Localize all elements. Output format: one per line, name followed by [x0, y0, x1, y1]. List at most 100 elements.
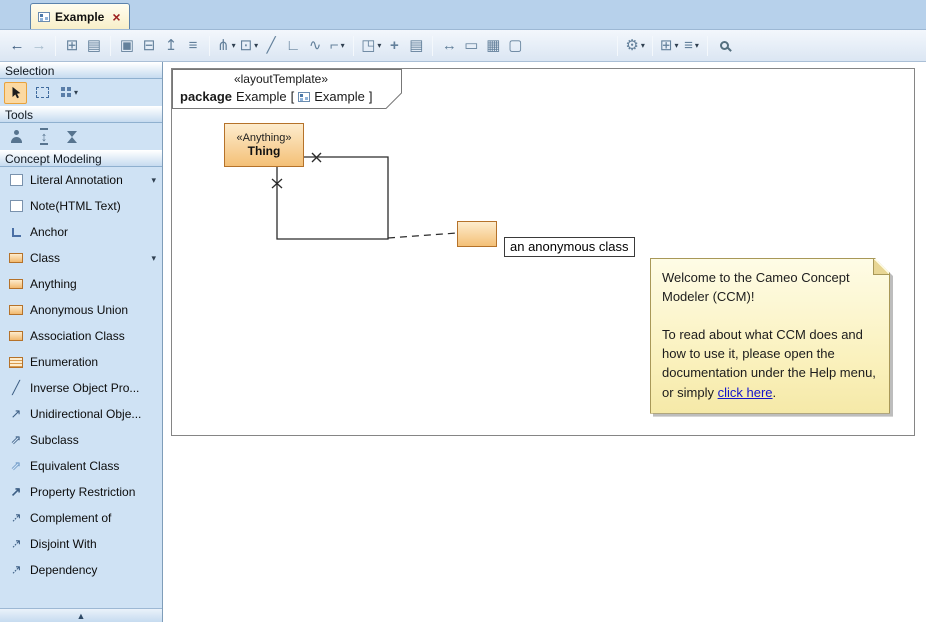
- paste-icon: [143, 38, 156, 53]
- show-hide-icon: [361, 38, 375, 53]
- back-icon: [10, 38, 25, 53]
- click-here-link[interactable]: click here: [718, 385, 773, 400]
- forward-button[interactable]: [28, 34, 50, 58]
- show-hide-button[interactable]: ▾: [359, 34, 383, 58]
- palette-item-subclass[interactable]: Subclass: [0, 427, 162, 453]
- search-icon: [720, 41, 729, 50]
- add-element-button[interactable]: [383, 34, 405, 58]
- frame-title: package Example [ Example ]: [180, 89, 372, 104]
- dropdown-caret-icon[interactable]: ▾: [151, 175, 156, 186]
- paste-button[interactable]: [138, 34, 160, 58]
- bent-path-icon: [309, 38, 322, 53]
- toolbar-separator: [209, 36, 210, 56]
- frame-keyword: package: [180, 89, 232, 104]
- palette-item-inverse-object-property[interactable]: Inverse Object Pro...: [0, 375, 162, 401]
- anchor-icon: [8, 228, 24, 237]
- tab-bar: Example ×: [0, 0, 926, 30]
- pointer-tool-button[interactable]: [4, 82, 27, 104]
- frame-name: Example: [236, 89, 287, 104]
- disjoint-with-icon: [8, 536, 24, 552]
- section-header-tools[interactable]: Tools: [0, 106, 162, 123]
- palette-item-disjoint-with[interactable]: Disjoint With: [0, 531, 162, 557]
- group-select-button[interactable]: ▾: [58, 82, 81, 104]
- palette-sidebar: Selection ▾ Tools Concept Modeling Liter…: [0, 62, 163, 622]
- subclass-icon: [8, 432, 24, 448]
- actor-tool-button[interactable]: [4, 126, 28, 148]
- rectilinear-path-button[interactable]: [282, 34, 304, 58]
- back-button[interactable]: [6, 34, 28, 58]
- diagram-properties-button[interactable]: ▾: [680, 34, 702, 58]
- anonymous-class-shape[interactable]: [457, 221, 497, 247]
- palette-item-equivalent-class[interactable]: Equivalent Class: [0, 453, 162, 479]
- list-icon: [684, 38, 693, 53]
- make-same-size-icon: [442, 38, 457, 53]
- grid-select-icon: [61, 87, 72, 98]
- open-diagram-button[interactable]: [83, 34, 105, 58]
- tab-close-icon[interactable]: ×: [112, 9, 120, 25]
- oblique-path-button[interactable]: [260, 34, 282, 58]
- dropdown-caret-icon: ▾: [674, 41, 678, 50]
- zoom-search-button[interactable]: [713, 34, 735, 58]
- anonymous-class-label[interactable]: an anonymous class: [504, 237, 635, 257]
- dropdown-caret-icon[interactable]: ▾: [151, 253, 156, 264]
- palette-item-association-class[interactable]: Association Class: [0, 323, 162, 349]
- section-header-concept-modeling[interactable]: Concept Modeling: [0, 150, 162, 167]
- element-group-button[interactable]: [405, 34, 427, 58]
- tools-row: [0, 123, 162, 150]
- element-group-icon: [409, 38, 423, 53]
- tab-example[interactable]: Example ×: [30, 3, 130, 29]
- display-paths-button[interactable]: ▾: [238, 34, 261, 58]
- distribute-tool-button[interactable]: [32, 126, 56, 148]
- align-shapes-icon: [464, 38, 478, 53]
- marquee-select-button[interactable]: [31, 82, 54, 104]
- make-same-size-button[interactable]: [438, 34, 460, 58]
- palette-item-note-html-text[interactable]: Note(HTML Text): [0, 193, 162, 219]
- dropdown-caret-icon: ▾: [254, 41, 258, 50]
- palette-item-anchor[interactable]: Anchor: [0, 219, 162, 245]
- dropdown-caret-icon: ▾: [377, 41, 381, 50]
- association-class-icon: [8, 331, 24, 341]
- enumeration-icon: [8, 357, 24, 368]
- palette-item-anonymous-union[interactable]: Anonymous Union: [0, 297, 162, 323]
- palette-item-anything[interactable]: Anything: [0, 271, 162, 297]
- align-shapes-button[interactable]: [460, 34, 482, 58]
- bent-path-button[interactable]: [304, 34, 326, 58]
- toolbar-separator: [617, 36, 618, 56]
- anything-icon: [8, 279, 24, 289]
- layers-button[interactable]: [182, 34, 204, 58]
- palette-item-property-restriction[interactable]: Property Restriction: [0, 479, 162, 505]
- palette-item-dependency[interactable]: Dependency: [0, 557, 162, 583]
- palette-item-class[interactable]: Class ▾: [0, 245, 162, 271]
- section-header-selection[interactable]: Selection: [0, 62, 162, 79]
- rectilinear-path-icon: [286, 38, 301, 53]
- duration-tool-button[interactable]: [60, 126, 84, 148]
- copy-button[interactable]: [116, 34, 138, 58]
- diagram-canvas[interactable]: «layoutTemplate» package Example [ Examp…: [163, 62, 926, 622]
- path-corner-button[interactable]: ▾: [326, 34, 348, 58]
- dropdown-caret-icon: ▾: [74, 88, 78, 97]
- palette-item-complement-of[interactable]: Complement of: [0, 505, 162, 531]
- toolbar-separator: [432, 36, 433, 56]
- open-diagram-icon: [87, 38, 101, 53]
- image-shape-button[interactable]: [482, 34, 504, 58]
- layout-button[interactable]: ▾: [658, 34, 681, 58]
- oblique-path-icon: [267, 38, 276, 53]
- anonymous-union-icon: [8, 305, 24, 315]
- paste-special-button[interactable]: [160, 34, 182, 58]
- toolbar-separator: [55, 36, 56, 56]
- palette-collapse-button[interactable]: ▲: [0, 608, 162, 622]
- welcome-note[interactable]: Welcome to the Cameo Concept Modeler (CC…: [650, 258, 890, 414]
- diagram-frame[interactable]: «layoutTemplate» package Example [ Examp…: [171, 68, 915, 436]
- display-related-elements-button[interactable]: ▾: [215, 34, 238, 58]
- thing-class-shape[interactable]: «Anything» Thing: [224, 123, 304, 167]
- related-elements-button[interactable]: [61, 34, 83, 58]
- dropdown-caret-icon: ▾: [341, 41, 345, 50]
- palette-item-literal-annotation[interactable]: Literal Annotation ▾: [0, 167, 162, 193]
- property-restriction-icon: [8, 484, 24, 500]
- diagram-options-button[interactable]: ▾: [623, 34, 646, 58]
- diagram-frame-button[interactable]: [504, 34, 526, 58]
- main-toolbar: ▾ ▾ ▾ ▾ ▾ ▾ ▾: [0, 30, 926, 62]
- diagram-icon: [298, 92, 310, 102]
- palette-item-enumeration[interactable]: Enumeration: [0, 349, 162, 375]
- palette-item-unidirectional-object-property[interactable]: Unidirectional Obje...: [0, 401, 162, 427]
